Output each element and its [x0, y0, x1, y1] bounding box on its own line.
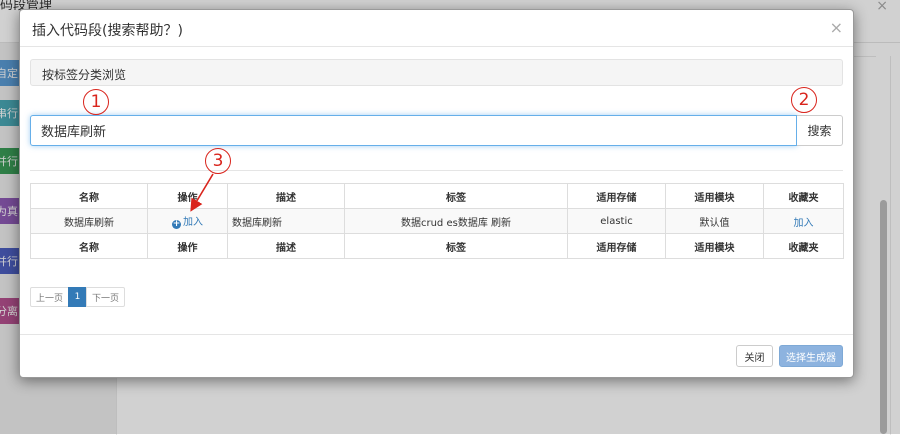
search-button[interactable]: 搜索: [797, 115, 843, 146]
cell-storage: elastic: [567, 208, 666, 234]
insert-snippet-dialog: 插入代码段(搜索帮助？) × 按标签分类浏览 搜索 名称 操作 描述 标签 适用…: [19, 9, 854, 378]
browse-by-tag-label: 按标签分类浏览: [42, 68, 127, 82]
plus-circle-icon: +: [172, 219, 181, 229]
next-page-button[interactable]: 下一页: [86, 287, 125, 307]
page-1-button[interactable]: 1: [68, 287, 87, 307]
add-action-label[interactable]: 加入: [183, 217, 203, 228]
table-row: 数据库刷新 + 加入 数据库刷新 数据crud es数据库 刷新 elastic …: [30, 208, 844, 234]
pagination: 上一页 1 下一页: [30, 287, 125, 307]
cell-favorite: 加入: [763, 208, 844, 234]
cell-name: 数据库刷新: [30, 208, 148, 234]
divider: [30, 170, 843, 171]
dialog-title: 插入代码段(搜索帮助？): [32, 23, 183, 39]
column-header: 收藏夹: [763, 183, 844, 209]
cell-tags: 数据crud es数据库 刷新: [344, 208, 568, 234]
column-footer: 名称: [30, 233, 148, 259]
column-header: 名称: [30, 183, 148, 209]
table-header-row: 名称 操作 描述 标签 适用存储 适用模块 收藏夹: [30, 183, 844, 209]
annotation-marker-1: 1: [83, 89, 109, 115]
add-favorite-link[interactable]: 加入: [794, 218, 814, 229]
results-table: 名称 操作 描述 标签 适用存储 适用模块 收藏夹 数据库刷新 + 加入 数据库刷…: [30, 183, 844, 259]
column-header: 操作: [147, 183, 228, 209]
dialog-header: 插入代码段(搜索帮助？) ×: [20, 10, 853, 47]
close-button[interactable]: 关闭: [736, 345, 773, 367]
table-footer-row: 名称 操作 描述 标签 适用存储 适用模块 收藏夹: [30, 233, 844, 259]
cell-module: 默认值: [665, 208, 764, 234]
close-icon[interactable]: ×: [830, 18, 843, 37]
column-header: 适用模块: [665, 183, 764, 209]
browse-by-tag-panel[interactable]: 按标签分类浏览: [30, 59, 843, 86]
footer-divider: [20, 334, 853, 335]
annotation-marker-2: 2: [791, 87, 817, 113]
column-header: 描述: [227, 183, 345, 209]
column-footer: 操作: [147, 233, 228, 259]
prev-page-button[interactable]: 上一页: [30, 287, 69, 307]
column-footer: 适用存储: [567, 233, 666, 259]
select-generator-button[interactable]: 选择生成器: [779, 345, 843, 367]
column-footer: 标签: [344, 233, 568, 259]
column-header: 适用存储: [567, 183, 666, 209]
column-footer: 描述: [227, 233, 345, 259]
column-header: 标签: [344, 183, 568, 209]
cell-description: 数据库刷新: [227, 208, 345, 234]
search-input[interactable]: [30, 115, 797, 146]
add-action-link[interactable]: + 加入: [147, 208, 228, 234]
column-footer: 收藏夹: [763, 233, 844, 259]
annotation-marker-3: 3: [205, 148, 231, 174]
column-footer: 适用模块: [665, 233, 764, 259]
